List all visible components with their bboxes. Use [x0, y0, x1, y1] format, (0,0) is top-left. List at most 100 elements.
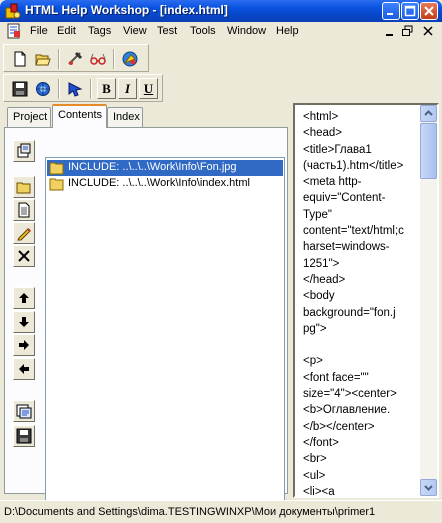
view-compiled-button[interactable]: [87, 48, 109, 70]
app-icon: [5, 3, 21, 19]
view-html-source-button[interactable]: [13, 400, 35, 422]
editor-line: <li><a: [303, 485, 335, 498]
editor-line: <br>: [303, 453, 327, 466]
tree-item[interactable]: INCLUDE: ..\..\..\Work\Info\Fon.jpg: [47, 160, 283, 176]
tab-contents[interactable]: Contents: [52, 104, 107, 128]
standard-toolbar: [3, 44, 149, 72]
editor-line: <meta http-: [303, 176, 362, 189]
html-source-editor[interactable]: <html> <head> <title>Глава1 (часть1).htm</t…: [293, 103, 439, 498]
minimize-icon: [387, 13, 393, 15]
editor-line: <body: [303, 290, 335, 303]
window-title: HTML Help Workshop - [index.html]: [25, 3, 228, 17]
save-file-button[interactable]: [13, 425, 35, 447]
menu-file[interactable]: File: [30, 25, 48, 37]
move-right-button[interactable]: [13, 334, 35, 356]
status-bar: D:\Documents and Settings\dima.TESTINGWI…: [0, 500, 442, 523]
insert-page-button[interactable]: [13, 199, 35, 221]
menu-window[interactable]: Window: [227, 25, 266, 37]
scroll-up-button[interactable]: [420, 105, 437, 122]
save-icon: [12, 81, 28, 97]
insert-heading-button[interactable]: [13, 176, 35, 198]
editor-line: </b></center>: [303, 420, 375, 433]
status-path: D:\Documents and Settings\dima.TESTINGWI…: [4, 506, 376, 518]
title-bar[interactable]: HTML Help Workshop - [index.html]: [0, 0, 442, 22]
editor-line: <html>: [303, 111, 339, 123]
toolbar-separator: [90, 79, 92, 99]
help-button[interactable]: [119, 48, 141, 70]
editor-line: <ul>: [303, 469, 326, 482]
menu-view[interactable]: View: [123, 25, 147, 37]
browser-view-icon: [36, 82, 50, 96]
html-toolbar: B I U: [3, 74, 163, 102]
menu-help[interactable]: Help: [276, 25, 299, 37]
editor-line: <p>: [303, 355, 323, 368]
edit-entry-button[interactable]: [13, 222, 35, 244]
new-button[interactable]: [9, 48, 31, 70]
folder-icon: [49, 162, 64, 175]
contents-properties-button[interactable]: [13, 140, 35, 162]
editor-line: <b>Оглавление.: [303, 404, 391, 417]
tab-project[interactable]: Project: [7, 107, 51, 127]
tree-item[interactable]: INCLUDE: ..\..\..\Work\Info\index.html: [47, 176, 283, 192]
editor-line: <font face="": [303, 371, 369, 384]
scroll-down-button[interactable]: [420, 479, 437, 496]
move-down-button[interactable]: [13, 311, 35, 333]
save-button[interactable]: [9, 78, 31, 100]
vertical-scrollbar[interactable]: [420, 105, 437, 496]
menu-tools[interactable]: Tools: [190, 25, 216, 37]
editor-line: (часть1).htm</title>: [303, 159, 404, 172]
menu-edit[interactable]: Edit: [57, 25, 76, 37]
underline-button[interactable]: U: [139, 78, 158, 99]
editor-line: harset=windows-: [303, 241, 390, 254]
link-button[interactable]: [64, 78, 86, 100]
browser-view-button[interactable]: [32, 78, 54, 100]
view-compiled-icon: [90, 53, 106, 65]
insert-page-icon: [18, 202, 30, 218]
delete-entry-icon: [18, 250, 30, 262]
editor-line: size="4"><center>: [303, 388, 397, 401]
minimize-button[interactable]: [382, 2, 400, 20]
delete-entry-button[interactable]: [13, 245, 35, 267]
open-button[interactable]: [32, 48, 54, 70]
toolbar-separator: [58, 79, 60, 99]
menu-test[interactable]: Test: [157, 25, 177, 37]
scroll-down-icon: [424, 485, 433, 491]
move-up-button[interactable]: [13, 287, 35, 309]
move-down-icon: [19, 317, 29, 327]
move-left-button[interactable]: [13, 358, 35, 380]
editor-line: pg">: [303, 322, 327, 335]
italic-button[interactable]: I: [118, 78, 137, 99]
project-pane: Project Contents Index INCLUDE: ..\..\..…: [3, 104, 288, 517]
bold-button[interactable]: B: [97, 78, 116, 99]
document-icon[interactable]: [6, 23, 22, 39]
view-html-source-icon: [16, 404, 32, 419]
editor-text[interactable]: <html> <head> <title>Глава1 (часть1).htm</t…: [303, 109, 418, 498]
mdi-minimize-icon[interactable]: [383, 25, 397, 38]
editor-line: </font>: [303, 436, 339, 449]
help-icon: [122, 51, 138, 67]
move-up-icon: [19, 293, 29, 303]
folder-icon: [49, 178, 64, 191]
save-file-icon: [16, 428, 32, 444]
scroll-thumb[interactable]: [420, 123, 437, 179]
maximize-icon: [404, 5, 416, 17]
close-button[interactable]: [420, 2, 438, 20]
menu-tags[interactable]: Tags: [88, 25, 111, 37]
contents-tree[interactable]: INCLUDE: ..\..\..\Work\Info\Fon.jpg INCL…: [45, 157, 285, 517]
menu-bar: File Edit Tags View Test Tools Window He…: [3, 22, 439, 41]
new-icon: [14, 51, 26, 67]
editor-line: Type": [303, 208, 333, 221]
insert-heading-icon: [16, 182, 31, 194]
compile-button[interactable]: [64, 48, 86, 70]
edit-entry-icon: [17, 228, 31, 241]
maximize-button[interactable]: [401, 2, 419, 20]
editor-line: background="fon.j: [303, 306, 396, 319]
toolbar-separator: [58, 49, 60, 69]
editor-line: <title>Глава1: [303, 143, 372, 156]
scroll-up-icon: [424, 110, 433, 116]
mdi-restore-icon[interactable]: [401, 25, 415, 38]
tab-index[interactable]: Index: [107, 107, 143, 127]
tree-item-label: INCLUDE: ..\..\..\Work\Info\index.html: [68, 177, 250, 189]
mdi-close-icon[interactable]: [421, 25, 435, 38]
